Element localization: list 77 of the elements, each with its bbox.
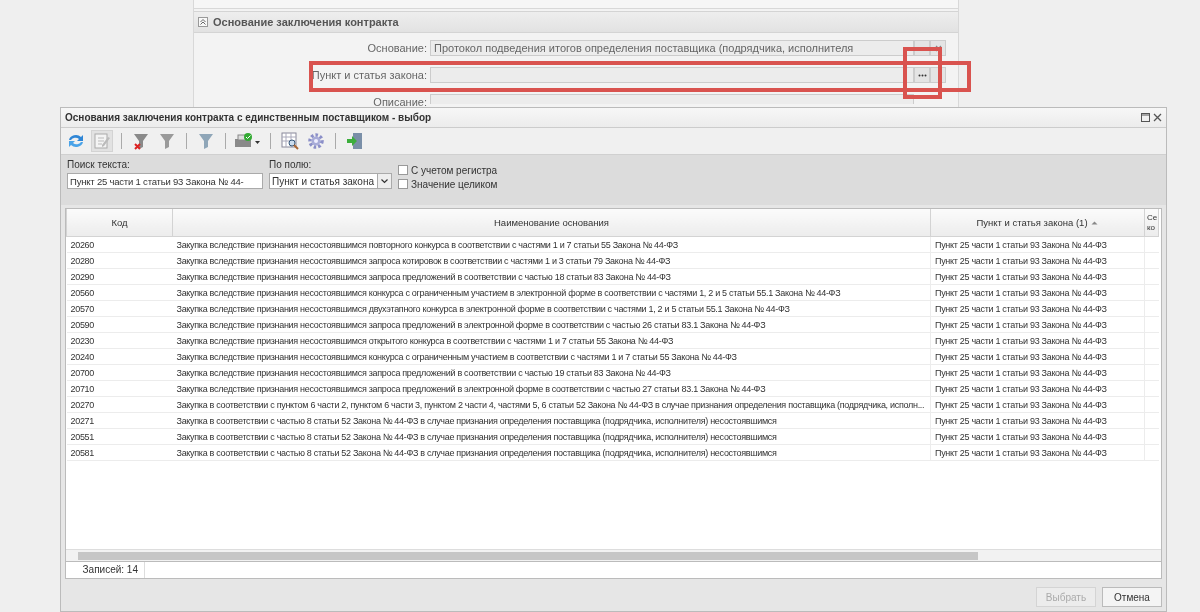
field-label: Пункт и статья закона: [310, 69, 428, 81]
field-label: Поиск текста: [67, 159, 131, 170]
table-cell: Пункт 25 части 1 статьи 93 Закона № 44-ФЗ [935, 367, 1107, 378]
table-search-icon[interactable] [281, 132, 299, 150]
table-cell: Закупка вследствие признания несостоявшимся запроса предложений в соответствии с частью 19 статьи 83 Закона № 44-ФЗ [176, 367, 671, 378]
column-header[interactable]: Код [111, 217, 128, 228]
table-cell: Пункт 25 части 1 статьи 93 Закона № 44-ФЗ [935, 415, 1107, 426]
table-cell: Закупка вследствие признания несостоявшимся открытого конкурса в соответствии с частями 1 и 7 статьи 55 Закона № 44-ФЗ [176, 335, 674, 346]
maximize-icon[interactable] [1141, 113, 1150, 122]
checkbox-label: Значение целиком [411, 178, 498, 190]
table-cell: Пункт 25 части 1 статьи 93 Закона № 44-ФЗ [935, 399, 1107, 410]
table-cell: Закупка в соответствии с частью 8 статьи 52 Закона № 44-ФЗ в случае признания определения поставщика (подрядчика, исполнителя) несостоявшимся [176, 431, 777, 442]
field-label: Основание: [366, 42, 428, 54]
collapse-icon[interactable] [198, 17, 208, 27]
table-cell: 20271 [70, 415, 95, 426]
input-field[interactable] [430, 94, 914, 104]
input-field[interactable]: Протокол подведения итогов определения поставщика (подрядчика, исполнителя [430, 40, 914, 56]
table-cell: 20551 [70, 431, 95, 442]
refresh-icon[interactable] [66, 132, 86, 150]
table-cell: 20700 [70, 367, 95, 378]
table-cell: Пункт 25 части 1 статьи 93 Закона № 44-ФЗ [935, 255, 1107, 266]
table-cell: Пункт 25 части 1 статьи 93 Закона № 44-ФЗ [935, 303, 1107, 314]
checkbox[interactable] [398, 165, 408, 175]
field-label: По полю: [269, 159, 313, 170]
search-field[interactable]: Пункт 25 части 1 статьи 93 Закона № 44- [67, 173, 263, 189]
table-cell: Закупка в соответствии с частью 8 статьи 52 Закона № 44-ФЗ в случае признания определения поставщика (подрядчика, исполнителя) несостоявшимся [176, 447, 777, 458]
table-cell: Пункт 25 части 1 статьи 93 Закона № 44-ФЗ [935, 431, 1107, 442]
table-cell: 20581 [70, 447, 95, 458]
table-cell: 20230 [70, 335, 95, 346]
table-cell: Закупка вследствие признания несостоявшимся конкурса с ограниченным участием в электронной форме в соответствии с частями 1, 2 и 5 статьи 55.1 Закона № 44-ФЗ [176, 287, 841, 298]
table-cell: Закупка в соответствии с частью 8 статьи 52 Закона № 44-ФЗ в случае признания определения поставщика (подрядчика, исполнителя) несостоявшимся [176, 415, 777, 426]
table-cell: Пункт 25 части 1 статьи 93 Закона № 44-ФЗ [935, 351, 1107, 362]
table-cell: 20570 [70, 303, 95, 314]
table-cell: Закупка вследствие признания несостоявшимся повторного конкурса в соответствии с частями 1 и 7 статьи 55 Закона № 44-ФЗ [176, 239, 678, 250]
table-cell: Пункт 25 части 1 статьи 93 Закона № 44-ФЗ [935, 383, 1107, 394]
table-cell: Закупка в соответствии с пунктом 6 части 2, пунктом 6 части 3, пунктом 2 части 4, частями 5, 6 статьи 52 Закона № 44-ФЗ в случае признания определения поставщика (подрядчика, исполн... [176, 399, 925, 410]
record-count: Записей: 14 [66, 562, 145, 578]
column-header[interactable]: Наименование основания [494, 217, 609, 228]
table-cell: Пункт 25 части 1 статьи 93 Закона № 44-ФЗ [935, 319, 1107, 330]
section-title: Основание заключения контракта [213, 16, 399, 28]
close-icon[interactable] [1153, 113, 1162, 122]
table-cell: 20590 [70, 319, 95, 330]
table-cell: 20270 [70, 399, 95, 410]
browse-button[interactable] [914, 67, 930, 83]
filter-icon[interactable] [158, 132, 176, 150]
exit-icon[interactable] [346, 132, 364, 150]
checkbox[interactable] [398, 179, 408, 189]
dots-icon [917, 73, 927, 77]
table-cell: Пункт 25 части 1 статьи 93 Закона № 44-ФЗ [935, 447, 1107, 458]
horizontal-scrollbar[interactable] [66, 549, 1161, 561]
filter-icon[interactable] [197, 132, 215, 150]
table-cell: 20710 [70, 383, 95, 394]
table-cell: Закупка вследствие признания несостоявшимся запроса предложений в электронной форме в соответствии с частью 26 статьи 83.1 Закона № 44-ФЗ [176, 319, 766, 330]
input-field[interactable] [430, 67, 914, 83]
table-cell: Закупка вследствие признания несостоявшимся запроса котировок в соответствии с частями 1 и 3 статьи 79 Закона № 44-ФЗ [176, 255, 671, 266]
dialog-title: Основания заключения контракта с единственным поставщиком - выбор [65, 112, 432, 123]
table-cell: Пункт 25 части 1 статьи 93 Закона № 44-ФЗ [935, 287, 1107, 298]
checkbox-label: С учетом регистра [411, 164, 498, 176]
clear-filter-icon[interactable] [132, 132, 150, 150]
settings-icon[interactable] [307, 132, 325, 150]
table-cell: Закупка вследствие признания несостоявшимся двухэтапного конкурса в электронной форме в соответствии с частями 1, 2 и 5 статьи 55.1 Закона № 44-ФЗ [176, 303, 790, 314]
table-cell: Закупка вследствие признания несостоявшимся конкурса с ограниченным участием в соответствии с частями 1 и 7 статьи 55 Закона № 44-ФЗ [176, 351, 737, 362]
table-cell: 20240 [70, 351, 95, 362]
table-cell: 20560 [70, 287, 95, 298]
table-cell: Пункт 25 части 1 статьи 93 Закона № 44-ФЗ [935, 271, 1107, 282]
table-cell: Закупка вследствие признания несостоявшимся запроса предложений в соответствии с частью 18 статьи 83 Закона № 44-ФЗ [176, 271, 671, 282]
table-cell: Пункт 25 части 1 статьи 93 Закона № 44-ФЗ [935, 239, 1107, 250]
table-cell: 20260 [70, 239, 95, 250]
edit-icon[interactable] [93, 132, 111, 150]
table-cell: Закупка вследствие признания несостоявшимся запроса предложений в электронной форме в соответствии с частью 27 статьи 83.1 Закона № 44-ФЗ [176, 383, 766, 394]
printer-icon[interactable] [234, 132, 262, 150]
field-label: Описание: [372, 96, 428, 108]
table-cell: 20290 [70, 271, 95, 282]
field-dropdown[interactable]: Пункт и статья закона [269, 173, 378, 189]
cancel-button[interactable]: Отмена [1102, 587, 1162, 607]
table-cell: 20280 [70, 255, 95, 266]
table-cell: Пункт 25 части 1 статьи 93 Закона № 44-ФЗ [935, 335, 1107, 346]
